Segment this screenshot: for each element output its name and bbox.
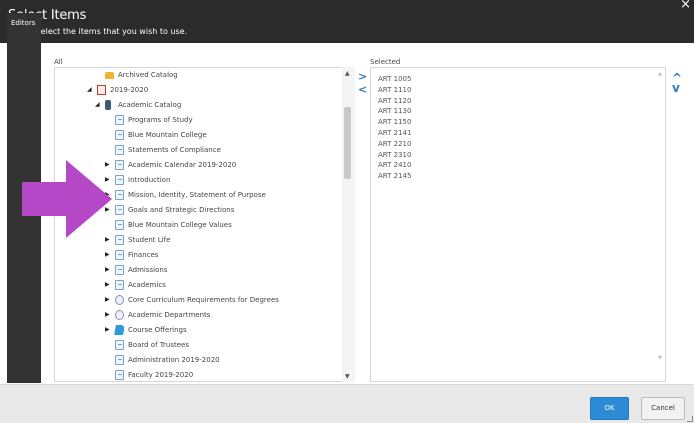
settings-icon: [115, 310, 124, 320]
selected-scroll-up-icon[interactable]: ▲: [658, 71, 662, 77]
tree-item[interactable]: Archived Catalog: [55, 69, 340, 83]
move-down-icon[interactable]: v: [672, 81, 680, 95]
collapse-arrow-icon[interactable]: ◢: [87, 86, 92, 93]
tree-item-label: Finances: [128, 251, 159, 259]
remove-from-selected-button[interactable]: <: [358, 83, 367, 96]
selected-item[interactable]: ART 1120: [378, 97, 411, 105]
tree-item-label: Blue Mountain College Values: [128, 221, 232, 229]
tree-item[interactable]: ▶ Core Curriculum Requirements for Degree…: [55, 294, 340, 308]
page-icon: [115, 340, 124, 350]
selected-item[interactable]: ART 2410: [378, 161, 411, 169]
tree-item[interactable]: ◢ 2019-2020: [55, 84, 340, 98]
page-icon: [115, 235, 124, 245]
tree-item[interactable]: Statements of Compliance: [55, 144, 340, 158]
selected-item[interactable]: ART 1150: [378, 118, 411, 126]
tree-item-label: Mission, Identity, Statement of Purpose: [128, 191, 266, 199]
page-icon: [115, 280, 124, 290]
scroll-down-icon[interactable]: ▼: [345, 373, 350, 380]
tree-item[interactable]: Programs of Study: [55, 114, 340, 128]
tree-item-label: Admissions: [128, 266, 168, 274]
page-icon: [115, 145, 124, 155]
selected-panel[interactable]: ▲ ▼ ART 1005 ART 1110 ART 1120 ART 1130 ART …: [370, 67, 666, 382]
tree-item[interactable]: ▶ Course Offerings: [55, 324, 340, 338]
selected-item[interactable]: ART 1130: [378, 107, 411, 115]
page-icon: [115, 355, 124, 365]
resize-grip-icon[interactable]: [687, 416, 693, 422]
tree-item[interactable]: ▶ Admissions: [55, 264, 340, 278]
annotation-arrow-icon: [22, 160, 112, 238]
tree-item-label: Administration 2019-2020: [128, 356, 220, 364]
close-icon[interactable]: ×: [680, 0, 691, 12]
tree-item-label: Course Offerings: [128, 326, 187, 334]
tree-item[interactable]: Blue Mountain College: [55, 129, 340, 143]
cancel-button[interactable]: Cancel: [641, 397, 685, 420]
selected-item[interactable]: ART 2310: [378, 151, 411, 159]
folder-icon: [105, 72, 114, 79]
page-icon: [115, 370, 124, 380]
tree-item-label: Introduction: [128, 176, 171, 184]
expand-arrow-icon[interactable]: ▶: [105, 296, 110, 303]
tree-item-label: Blue Mountain College: [128, 131, 207, 139]
tree-item[interactable]: Administration 2019-2020: [55, 354, 340, 368]
tree-item[interactable]: Faculty 2019-2020: [55, 369, 340, 381]
page-icon: [115, 265, 124, 275]
tree-scrollbar-thumb[interactable]: [344, 107, 351, 179]
expand-arrow-icon[interactable]: ▶: [105, 266, 110, 273]
add-to-selected-button[interactable]: >: [358, 70, 367, 83]
page-icon: [115, 250, 124, 260]
tree-item-label: 2019-2020: [110, 86, 149, 94]
selected-item[interactable]: ART 2141: [378, 129, 411, 137]
tree-item-label: Academics: [128, 281, 166, 289]
page-icon: [115, 130, 124, 140]
tree-item[interactable]: ▶ Finances: [55, 249, 340, 263]
selected-panel-label: Selected: [370, 58, 401, 66]
tree-item[interactable]: ▶ Academics: [55, 279, 340, 293]
page-icon: [115, 115, 124, 125]
tree-item-label: Programs of Study: [128, 116, 193, 124]
tree-item-label: Archived Catalog: [118, 71, 178, 79]
selected-item[interactable]: ART 2210: [378, 140, 411, 148]
tree-item-label: Goals and Strategic Directions: [128, 206, 235, 214]
expand-arrow-icon[interactable]: ▶: [105, 311, 110, 318]
selected-item[interactable]: ART 1110: [378, 86, 411, 94]
ok-button[interactable]: OK: [590, 397, 629, 420]
tree-item-label: Statements of Compliance: [128, 146, 221, 154]
page-icon: [115, 220, 124, 230]
all-panel-label: All: [54, 58, 63, 66]
tree-item-label: Core Curriculum Requirements for Degrees: [128, 296, 279, 304]
tree-item-label: Academic Departments: [128, 311, 211, 319]
page-icon: [115, 190, 124, 200]
tree-item[interactable]: ▶ Academic Departments: [55, 309, 340, 323]
expand-arrow-icon[interactable]: ▶: [105, 251, 110, 258]
scroll-up-icon[interactable]: ▲: [345, 70, 350, 77]
expand-arrow-icon[interactable]: ▶: [105, 326, 110, 333]
tree-item-label: Academic Calendar 2019-2020: [128, 161, 237, 169]
tree-item[interactable]: ◢ Academic Catalog: [55, 99, 340, 113]
tree-item-label: Faculty 2019-2020: [128, 371, 194, 379]
page-icon: [115, 160, 124, 170]
selected-scroll-down-icon[interactable]: ▼: [658, 355, 662, 361]
dialog-header: Select Items Please select the items tha…: [0, 0, 694, 43]
courses-icon: [114, 325, 125, 335]
settings-icon: [115, 295, 124, 305]
catalog-icon: [105, 100, 111, 110]
editors-tab-label: Editors: [11, 19, 36, 27]
tree-item-label: Board of Trustees: [128, 341, 189, 349]
tree-item-label: Student Life: [128, 236, 171, 244]
selected-item[interactable]: ART 2145: [378, 172, 411, 180]
selected-item[interactable]: ART 1005: [378, 75, 411, 83]
page-icon: [115, 175, 124, 185]
calendar-icon: [97, 85, 106, 95]
page-icon: [115, 205, 124, 215]
tree-item[interactable]: Board of Trustees: [55, 339, 340, 353]
tree-item-label: Academic Catalog: [118, 101, 182, 109]
expand-arrow-icon[interactable]: ▶: [105, 281, 110, 288]
collapse-arrow-icon[interactable]: ◢: [95, 101, 100, 108]
